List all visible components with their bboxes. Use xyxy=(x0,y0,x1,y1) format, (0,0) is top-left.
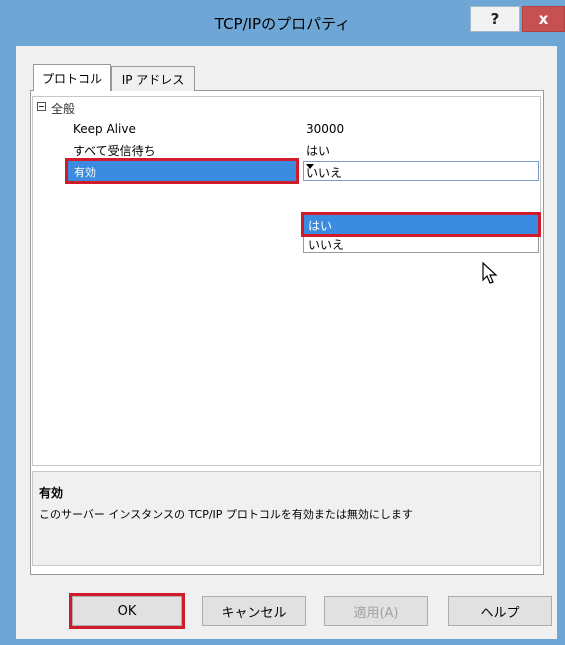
property-row-listen-all[interactable]: すべて受信待ち はい xyxy=(33,139,540,159)
description-title: 有効 xyxy=(39,486,64,500)
description-text: このサーバー インスタンスの TCP/IP プロトコルを有効または無効にします xyxy=(39,508,413,521)
mouse-cursor-icon xyxy=(482,262,498,284)
option-label: いいえ xyxy=(308,238,345,252)
tab-protocol[interactable]: プロトコル xyxy=(33,64,111,91)
property-row-enabled[interactable]: 有効 いいえ xyxy=(33,158,540,184)
property-value: 30000 xyxy=(306,122,345,136)
dropdown-option-yes[interactable]: はい xyxy=(301,212,541,237)
property-name: 有効 xyxy=(74,166,96,179)
category-row[interactable]: 全般 xyxy=(33,99,540,117)
chevron-down-icon[interactable] xyxy=(306,164,314,169)
title-bar: TCP/IPのプロパティ ? x xyxy=(0,0,565,46)
properties-window: TCP/IPのプロパティ ? x プロトコル IP アドレス 全般 Keep A… xyxy=(0,0,565,645)
ok-button[interactable]: OK xyxy=(69,593,185,629)
enabled-value-select[interactable]: いいえ xyxy=(303,161,539,181)
property-value: はい xyxy=(306,144,331,158)
dropdown-option-no[interactable]: いいえ xyxy=(304,234,538,253)
collapse-icon[interactable] xyxy=(37,102,46,111)
apply-button[interactable]: 適用(A) xyxy=(324,596,428,626)
help-button[interactable]: ヘルプ xyxy=(448,596,552,626)
property-grid: 全般 Keep Alive 30000 すべて受信待ち はい 有効 いいえ はい… xyxy=(32,96,541,466)
property-row-keep-alive[interactable]: Keep Alive 30000 xyxy=(33,119,540,139)
help-icon[interactable]: ? xyxy=(470,6,520,32)
selected-property-name[interactable]: 有効 xyxy=(65,158,299,184)
close-icon[interactable]: x xyxy=(522,6,565,32)
option-label: はい xyxy=(308,219,333,233)
property-name: すべて受信待ち xyxy=(73,144,156,158)
dialog-body: プロトコル IP アドレス 全般 Keep Alive 30000 すべて受信待… xyxy=(16,46,557,639)
category-label: 全般 xyxy=(51,102,76,116)
property-name: Keep Alive xyxy=(73,122,136,136)
dropdown-list: はい いいえ xyxy=(301,212,541,253)
description-panel: 有効 このサーバー インスタンスの TCP/IP プロトコルを有効または無効にし… xyxy=(32,471,541,566)
tab-ip-address[interactable]: IP アドレス xyxy=(111,66,195,91)
cancel-button[interactable]: キャンセル xyxy=(202,596,306,626)
